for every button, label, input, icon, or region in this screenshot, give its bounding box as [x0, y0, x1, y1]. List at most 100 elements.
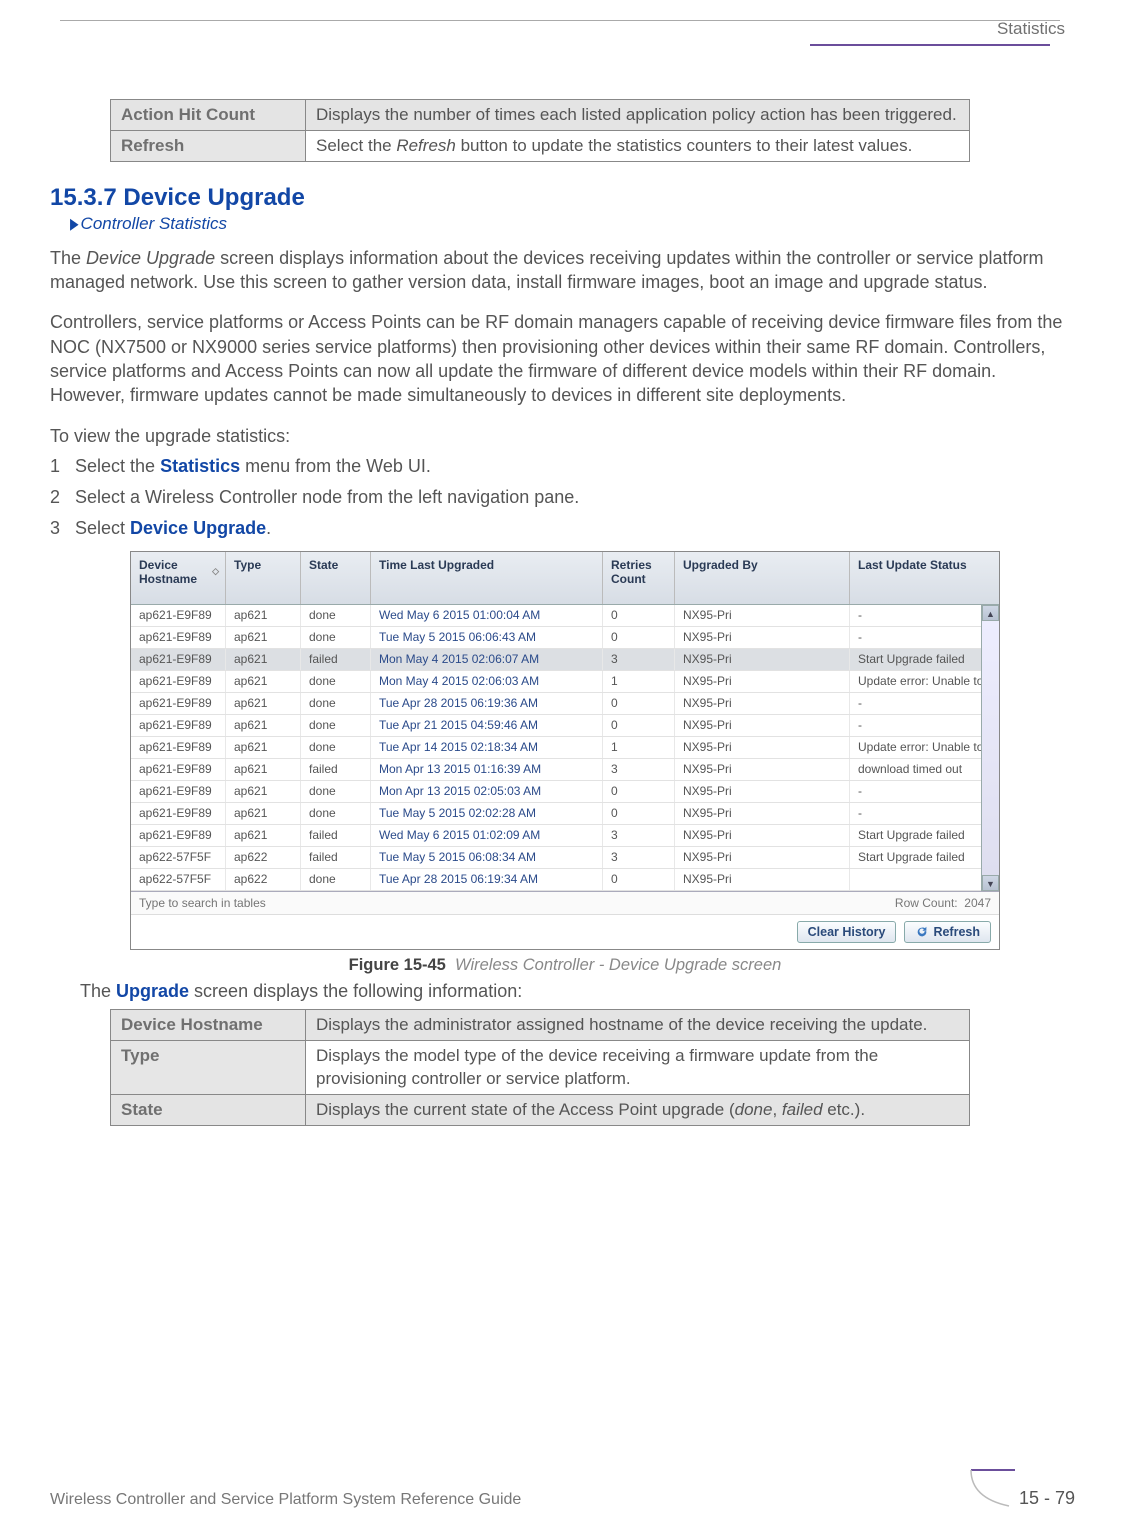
cell: NX95-Pri	[675, 715, 850, 736]
cell: ap622-57F5F	[131, 869, 226, 890]
cell: done	[301, 869, 371, 890]
table-row[interactable]: ap621-E9F89ap621failedMon Apr 13 2015 01…	[131, 759, 999, 781]
cell: done	[301, 605, 371, 626]
table-search-input[interactable]	[139, 896, 339, 910]
cell: 0	[603, 803, 675, 824]
refresh-button[interactable]: Refresh	[904, 921, 991, 943]
col-header-retries[interactable]: Retries Count	[603, 552, 675, 604]
breadcrumb[interactable]: ▸Controller Statistics	[70, 214, 1075, 234]
cell: -	[850, 803, 999, 824]
sort-icon[interactable]: ◇	[212, 566, 219, 577]
list-item: 3Select Device Upgrade.	[50, 518, 1075, 539]
table-row[interactable]: ap621-E9F89ap621doneTue Apr 14 2015 02:1…	[131, 737, 999, 759]
cell: 0	[603, 715, 675, 736]
header-accent-line	[810, 44, 1050, 46]
cell: Tue Apr 28 2015 06:19:36 AM	[371, 693, 603, 714]
cell: done	[301, 781, 371, 802]
table-row[interactable]: ap621-E9F89ap621doneTue May 5 2015 06:06…	[131, 627, 999, 649]
cell: ap621-E9F89	[131, 649, 226, 670]
table-row[interactable]: ap621-E9F89ap621failedMon May 4 2015 02:…	[131, 649, 999, 671]
cell: -	[850, 715, 999, 736]
cell: 3	[603, 759, 675, 780]
list-item: 1Select the Statistics menu from the Web…	[50, 456, 1075, 477]
table-row[interactable]: ap621-E9F89ap621doneTue Apr 21 2015 04:5…	[131, 715, 999, 737]
table-row[interactable]: ap622-57F5Fap622doneTue Apr 28 2015 06:1…	[131, 869, 999, 891]
col-header-upgraded-by[interactable]: Upgraded By	[675, 552, 850, 604]
cell: failed	[301, 847, 371, 868]
cell: Mon May 4 2015 02:06:03 AM	[371, 671, 603, 692]
term-cell: State	[111, 1095, 306, 1126]
table-row[interactable]: ap621-E9F89ap621doneTue Apr 28 2015 06:1…	[131, 693, 999, 715]
clear-history-button[interactable]: Clear History	[797, 921, 897, 943]
table-row[interactable]: ap621-E9F89ap621doneWed May 6 2015 01:00…	[131, 605, 999, 627]
table-row: State Displays the current state of the …	[111, 1095, 970, 1126]
table-row[interactable]: ap621-E9F89ap621failedWed May 6 2015 01:…	[131, 825, 999, 847]
page-footer: Wireless Controller and Service Platform…	[50, 1482, 1075, 1509]
desc-cell: Displays the model type of the device re…	[306, 1041, 970, 1095]
cell: Start Upgrade failed	[850, 649, 999, 670]
cell: Update error: Unable to get up	[850, 671, 999, 692]
cell: ap621	[226, 825, 301, 846]
steps-list: 1Select the Statistics menu from the Web…	[50, 456, 1075, 539]
table-row[interactable]: ap622-57F5Fap622failedTue May 5 2015 06:…	[131, 847, 999, 869]
cell: -	[850, 605, 999, 626]
table-row: Refresh Select the Refresh button to upd…	[111, 130, 970, 161]
scroll-down-icon[interactable]: ▼	[982, 875, 999, 891]
desc-cell: Displays the administrator assigned host…	[306, 1010, 970, 1041]
table-row[interactable]: ap621-E9F89ap621doneMon Apr 13 2015 02:0…	[131, 781, 999, 803]
cell: 0	[603, 781, 675, 802]
cell: ap621-E9F89	[131, 825, 226, 846]
col-header-last-status[interactable]: Last Update Status	[850, 552, 999, 604]
cell: ap621-E9F89	[131, 715, 226, 736]
scrollbar[interactable]: ▲ ▼	[981, 605, 999, 891]
cell: ap621	[226, 605, 301, 626]
scroll-up-icon[interactable]: ▲	[982, 605, 999, 621]
term-cell: Refresh	[111, 130, 306, 161]
term-cell: Type	[111, 1041, 306, 1095]
cell: failed	[301, 649, 371, 670]
table-row: Device Hostname Displays the administrat…	[111, 1010, 970, 1041]
cell: done	[301, 693, 371, 714]
cell: done	[301, 715, 371, 736]
cell: Wed May 6 2015 01:02:09 AM	[371, 825, 603, 846]
cell: NX95-Pri	[675, 737, 850, 758]
cell	[850, 869, 999, 890]
figure-caption: Figure 15-45 Wireless Controller - Devic…	[130, 956, 1000, 975]
cell: NX95-Pri	[675, 605, 850, 626]
cell: ap621-E9F89	[131, 781, 226, 802]
top-definition-table: Action Hit Count Displays the number of …	[110, 99, 970, 162]
cell: Mon May 4 2015 02:06:07 AM	[371, 649, 603, 670]
grid-body: ap621-E9F89ap621doneWed May 6 2015 01:00…	[131, 605, 999, 891]
col-header-time[interactable]: Time Last Upgraded	[371, 552, 603, 604]
grid-footer-buttons: Clear History Refresh	[131, 914, 999, 949]
cell: ap621	[226, 737, 301, 758]
cell: NX95-Pri	[675, 869, 850, 890]
table-row: Action Hit Count Displays the number of …	[111, 100, 970, 131]
page-number: 15 - 79	[981, 1482, 1075, 1509]
col-header-state[interactable]: State	[301, 552, 371, 604]
cell: Mon Apr 13 2015 02:05:03 AM	[371, 781, 603, 802]
row-count-label: Row Count: 2047	[895, 896, 991, 910]
term-cell: Action Hit Count	[111, 100, 306, 131]
cell: failed	[301, 759, 371, 780]
cell: Tue Apr 14 2015 02:18:34 AM	[371, 737, 603, 758]
col-header-hostname[interactable]: Device Hostname◇	[131, 552, 226, 604]
cell: NX95-Pri	[675, 671, 850, 692]
cell: done	[301, 671, 371, 692]
cell: Tue May 5 2015 06:06:43 AM	[371, 627, 603, 648]
cell: 3	[603, 847, 675, 868]
table-row[interactable]: ap621-E9F89ap621doneMon May 4 2015 02:06…	[131, 671, 999, 693]
cell: 1	[603, 737, 675, 758]
cell: NX95-Pri	[675, 627, 850, 648]
cell: NX95-Pri	[675, 693, 850, 714]
cell: Tue Apr 28 2015 06:19:34 AM	[371, 869, 603, 890]
grid-footer-search: Row Count: 2047	[131, 891, 999, 914]
col-header-type[interactable]: Type	[226, 552, 301, 604]
cell: ap622-57F5F	[131, 847, 226, 868]
cell: 0	[603, 627, 675, 648]
cell: ap622	[226, 869, 301, 890]
cell: ap621-E9F89	[131, 671, 226, 692]
table-row[interactable]: ap621-E9F89ap621doneTue May 5 2015 02:02…	[131, 803, 999, 825]
cell: NX95-Pri	[675, 803, 850, 824]
cell: Tue Apr 21 2015 04:59:46 AM	[371, 715, 603, 736]
